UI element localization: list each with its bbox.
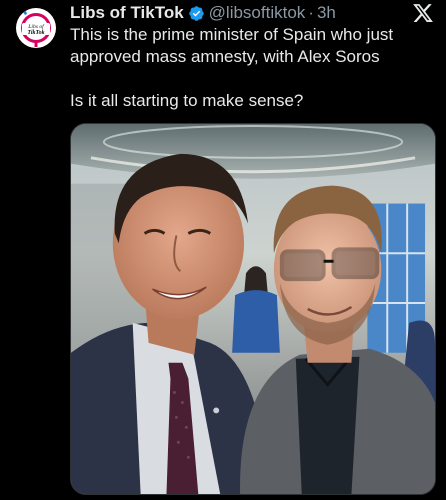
libs-of-tiktok-logo-icon: Libs of TikTok (17, 9, 55, 47)
timestamp[interactable]: 3h (317, 3, 336, 23)
photo-two-men-selfie (71, 124, 435, 494)
verified-badge-icon (188, 5, 205, 22)
tweet-photo[interactable] (70, 123, 436, 495)
separator-dot: · (308, 3, 314, 22)
avatar[interactable]: Libs of TikTok (16, 8, 56, 48)
author-handle[interactable]: @libsoftiktok (209, 3, 306, 23)
tweet-text: This is the prime minister of Spain who … (70, 24, 430, 112)
tweet-text-line-2: Is it all starting to make sense? (70, 91, 304, 110)
svg-text:Libs of: Libs of (27, 23, 45, 30)
tweet-header: Libs of TikTok @libsoftiktok · 3h (70, 2, 336, 24)
tweet[interactable]: Libs of TikTok Libs of TikTok @libsoftik… (0, 0, 446, 500)
svg-text:TikTok: TikTok (27, 30, 44, 36)
author-display-name[interactable]: Libs of TikTok (70, 3, 184, 23)
x-logo-icon (412, 2, 434, 24)
tweet-text-line-1: This is the prime minister of Spain who … (70, 25, 394, 66)
